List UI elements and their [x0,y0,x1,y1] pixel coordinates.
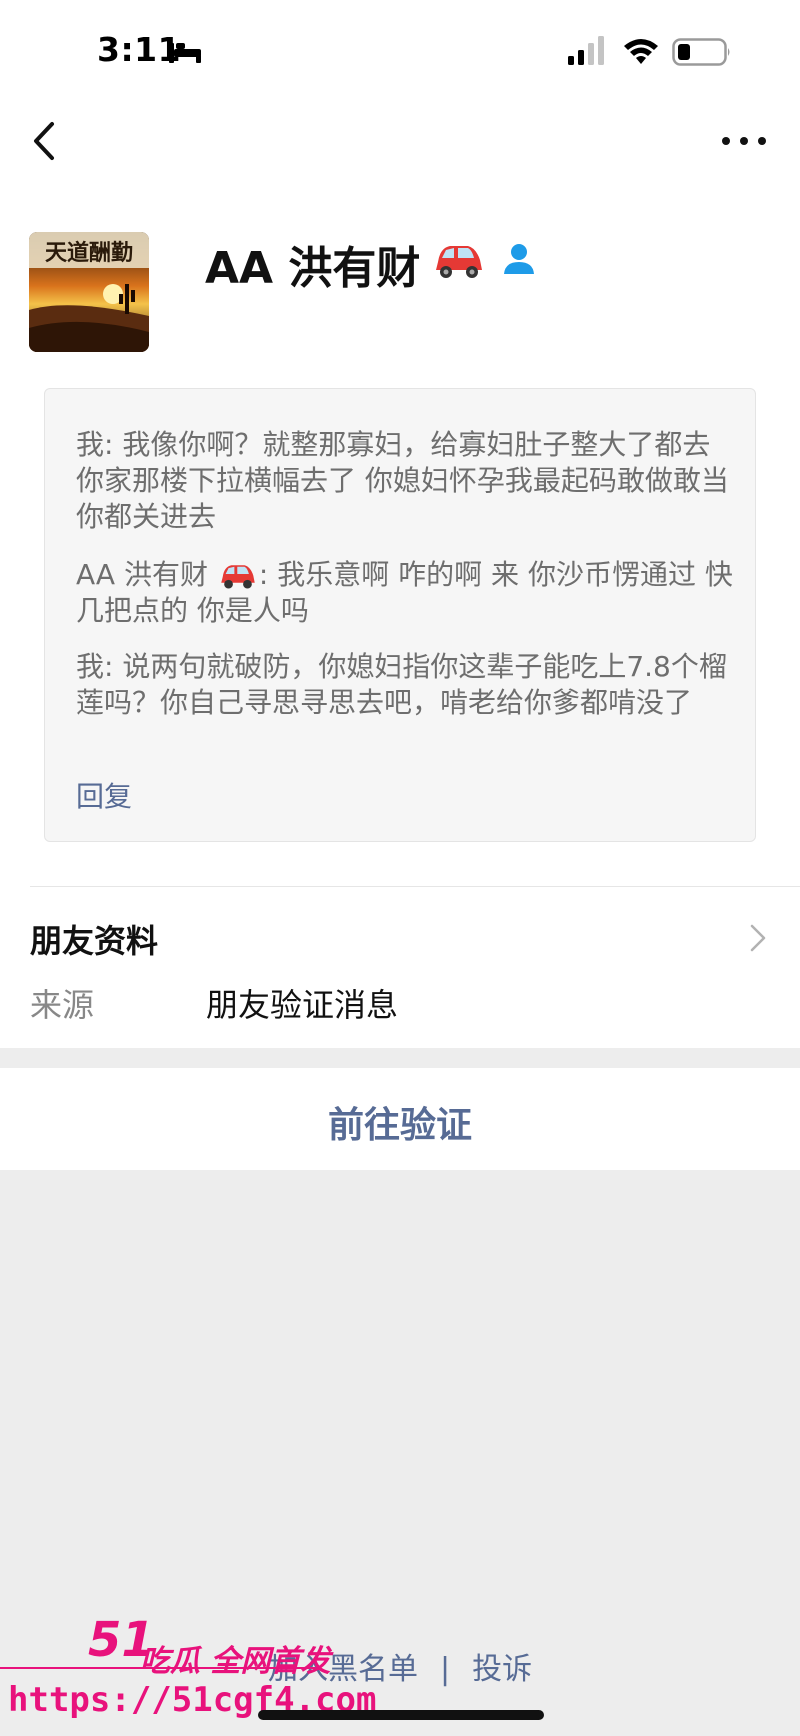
friend-info-title[interactable]: 朋友资料 [30,916,158,962]
watermark-line [0,1667,320,1669]
avatar-text: 天道酬勤 [45,240,133,266]
message-2: AA 洪有财 : 我乐意啊 咋的啊 来 你沙币愣通过 快几把点的 你是人吗 [76,557,736,629]
chevron-left-icon[interactable] [24,114,64,168]
person-icon [504,244,534,274]
footer-separator: | [440,1652,451,1687]
verify-button-label: 前往验证 [327,1105,472,1146]
reply-link[interactable]: 回复 [76,775,132,815]
avatar[interactable]: 天道酬勤 [29,232,149,352]
wifi-icon [624,39,658,64]
message-3: 我: 说两句就破防，你媳妇指你这辈子能吃上7.8个榴莲吗？你自己寻思寻思去吧，啃… [76,650,727,719]
car-icon [436,246,482,278]
report-link[interactable]: 投诉 [472,1652,532,1687]
car-icon [221,565,255,589]
source-value: 朋友验证消息 [206,986,399,1024]
bed-icon [169,43,201,63]
battery-icon [672,38,730,66]
display-name: AA 洪有财 [205,243,421,294]
chevron-right-icon[interactable] [748,922,768,954]
verification-messages: 我: 我像你啊？就整那寡妇，给寡妇肚子整大了都去你家那楼下拉横幅去了 你媳妇怀孕… [44,388,756,842]
status-bar: 3:11 [0,0,800,100]
watermark-text: 吃瓜 全网首发 [140,1644,331,1679]
source-label: 来源 [30,986,95,1024]
verify-button[interactable]: 前往验证 [0,1068,800,1170]
divider [30,886,800,887]
message-1: 我: 我像你啊？就整那寡妇，给寡妇肚子整大了都去你家那楼下拉横幅去了 你媳妇怀孕… [76,428,729,533]
more-horizontal-icon[interactable] [718,120,770,162]
message-2-sender: AA 洪有财 [76,558,208,591]
signal-icon [568,36,604,65]
home-indicator [258,1710,544,1720]
